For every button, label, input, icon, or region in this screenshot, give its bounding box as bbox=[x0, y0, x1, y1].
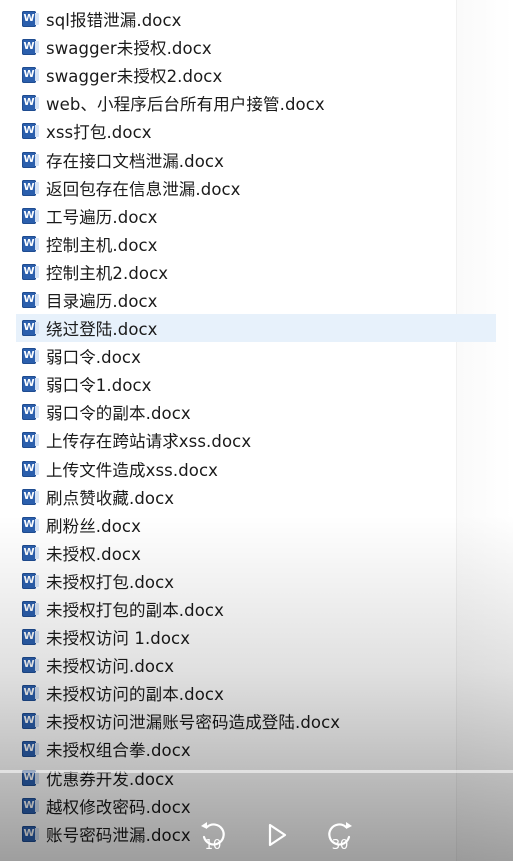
file-row[interactable]: W 刷粉丝.docx bbox=[16, 511, 496, 539]
play-icon bbox=[268, 823, 287, 847]
file-name: xss打包.docx bbox=[46, 123, 152, 143]
word-doc-icon: W bbox=[22, 572, 39, 589]
rewind-seconds-label: 10 bbox=[204, 838, 222, 853]
file-row[interactable]: W 未授权.docx bbox=[16, 539, 496, 567]
word-doc-icon: W bbox=[22, 741, 39, 758]
file-row[interactable]: W 弱口令.docx bbox=[16, 342, 496, 370]
file-row[interactable]: W 弱口令1.docx bbox=[16, 370, 496, 398]
file-name: 返回包存在信息泄漏.docx bbox=[46, 179, 241, 199]
file-name: swagger未授权.docx bbox=[46, 39, 212, 59]
file-name: 弱口令1.docx bbox=[46, 376, 152, 396]
file-name: swagger未授权2.docx bbox=[46, 67, 223, 87]
file-row[interactable]: W 刷点赞收藏.docx bbox=[16, 483, 496, 511]
file-list: Wsql报错泄漏.docx Wswagger未授权.docx Wswagger未授权… bbox=[16, 5, 496, 848]
file-name: 控制主机2.docx bbox=[46, 263, 169, 283]
file-name: 上传存在跨站请求xss.docx bbox=[46, 432, 252, 452]
file-name: 上传文件造成xss.docx bbox=[46, 460, 219, 480]
file-row[interactable]: W 未授权打包的副本.docx bbox=[16, 595, 496, 623]
word-doc-icon: W bbox=[22, 95, 39, 112]
file-name: 绕过登陆.docx bbox=[46, 320, 158, 340]
word-doc-icon: W bbox=[22, 11, 39, 28]
file-row[interactable]: W 目录遍历.docx bbox=[16, 286, 496, 314]
word-doc-icon: W bbox=[22, 151, 39, 168]
word-doc-icon: W bbox=[22, 460, 39, 477]
word-doc-icon: W bbox=[22, 235, 39, 252]
file-row[interactable]: W 弱口令的副本.docx bbox=[16, 398, 496, 426]
word-doc-icon: W bbox=[22, 685, 39, 702]
file-name: 存在接口文档泄漏.docx bbox=[46, 151, 224, 171]
file-name: 弱口令的副本.docx bbox=[46, 404, 191, 424]
word-doc-icon: W bbox=[22, 713, 39, 730]
play-button[interactable] bbox=[257, 815, 297, 855]
file-name: 未授权访问.docx bbox=[46, 657, 175, 677]
word-doc-icon: W bbox=[22, 291, 39, 308]
word-doc-icon: W bbox=[22, 263, 39, 280]
file-row[interactable]: Wxss打包.docx bbox=[16, 117, 496, 145]
word-doc-icon: W bbox=[22, 39, 39, 56]
rewind-button[interactable]: 10 bbox=[193, 815, 233, 855]
word-doc-icon: W bbox=[22, 179, 39, 196]
file-row[interactable]: W 存在接口文档泄漏.docx bbox=[16, 145, 496, 173]
file-name: 工号遍历.docx bbox=[46, 207, 158, 227]
word-doc-icon: W bbox=[22, 544, 39, 561]
file-name: 刷粉丝.docx bbox=[46, 516, 141, 536]
file-name: 未授权打包的副本.docx bbox=[46, 601, 224, 621]
file-row[interactable]: W 未授权访问的副本.docx bbox=[16, 679, 496, 707]
forward-button[interactable]: 30 bbox=[320, 815, 360, 855]
word-doc-icon: W bbox=[22, 320, 39, 337]
file-row[interactable]: W 未授权访问.docx bbox=[16, 651, 496, 679]
file-name: 未授权打包.docx bbox=[46, 572, 175, 592]
word-doc-icon: W bbox=[22, 376, 39, 393]
video-progress-bar[interactable] bbox=[0, 770, 513, 773]
file-name: 未授权访问 1.docx bbox=[46, 629, 191, 649]
file-row[interactable]: Wweb、小程序后台所有用户接管.docx bbox=[16, 89, 496, 117]
word-doc-icon: W bbox=[22, 629, 39, 646]
forward-seconds-label: 30 bbox=[331, 838, 349, 853]
video-controls: 10 30 bbox=[0, 815, 513, 861]
file-name: 目录遍历.docx bbox=[46, 291, 158, 311]
word-doc-icon: W bbox=[22, 123, 39, 140]
word-doc-icon: W bbox=[22, 516, 39, 533]
word-doc-icon: W bbox=[22, 657, 39, 674]
word-doc-icon: W bbox=[22, 67, 39, 84]
file-row[interactable]: W 绕过登陆.docx bbox=[16, 314, 496, 343]
file-name: 未授权.docx bbox=[46, 544, 141, 564]
file-row[interactable]: Wswagger未授权.docx bbox=[16, 33, 496, 61]
file-row[interactable]: W 未授权访问 1.docx bbox=[16, 623, 496, 651]
word-doc-icon: W bbox=[22, 348, 39, 365]
file-name: 未授权访问泄漏账号密码造成登陆.docx bbox=[46, 713, 341, 733]
word-doc-icon: W bbox=[22, 207, 39, 224]
file-row[interactable]: W 上传存在跨站请求xss.docx bbox=[16, 426, 496, 454]
word-doc-icon: W bbox=[22, 797, 39, 814]
file-name: 未授权组合拳.docx bbox=[46, 741, 191, 761]
word-doc-icon: W bbox=[22, 601, 39, 618]
file-name: 控制主机.docx bbox=[46, 235, 158, 255]
file-row[interactable]: W 返回包存在信息泄漏.docx bbox=[16, 174, 496, 202]
file-row[interactable]: W 未授权组合拳.docx bbox=[16, 735, 496, 763]
file-row[interactable]: W 控制主机.docx bbox=[16, 230, 496, 258]
file-row[interactable]: W 上传文件造成xss.docx bbox=[16, 455, 496, 483]
word-doc-icon: W bbox=[22, 432, 39, 449]
file-row[interactable]: W 未授权访问泄漏账号密码造成登陆.docx bbox=[16, 707, 496, 735]
word-doc-icon: W bbox=[22, 404, 39, 421]
file-name: 未授权访问的副本.docx bbox=[46, 685, 224, 705]
file-name: 弱口令.docx bbox=[46, 348, 141, 368]
file-row[interactable]: W 控制主机2.docx bbox=[16, 258, 496, 286]
file-row[interactable]: W 工号遍历.docx bbox=[16, 202, 496, 230]
file-row[interactable]: W 未授权打包.docx bbox=[16, 567, 496, 595]
file-name: sql报错泄漏.docx bbox=[46, 11, 182, 31]
file-row[interactable]: Wsql报错泄漏.docx bbox=[16, 5, 496, 33]
file-row[interactable]: Wswagger未授权2.docx bbox=[16, 61, 496, 89]
file-row[interactable]: W 优惠券开发.docx bbox=[16, 764, 496, 792]
file-name: 刷点赞收藏.docx bbox=[46, 488, 175, 508]
word-doc-icon: W bbox=[22, 488, 39, 505]
file-name: web、小程序后台所有用户接管.docx bbox=[46, 95, 325, 115]
